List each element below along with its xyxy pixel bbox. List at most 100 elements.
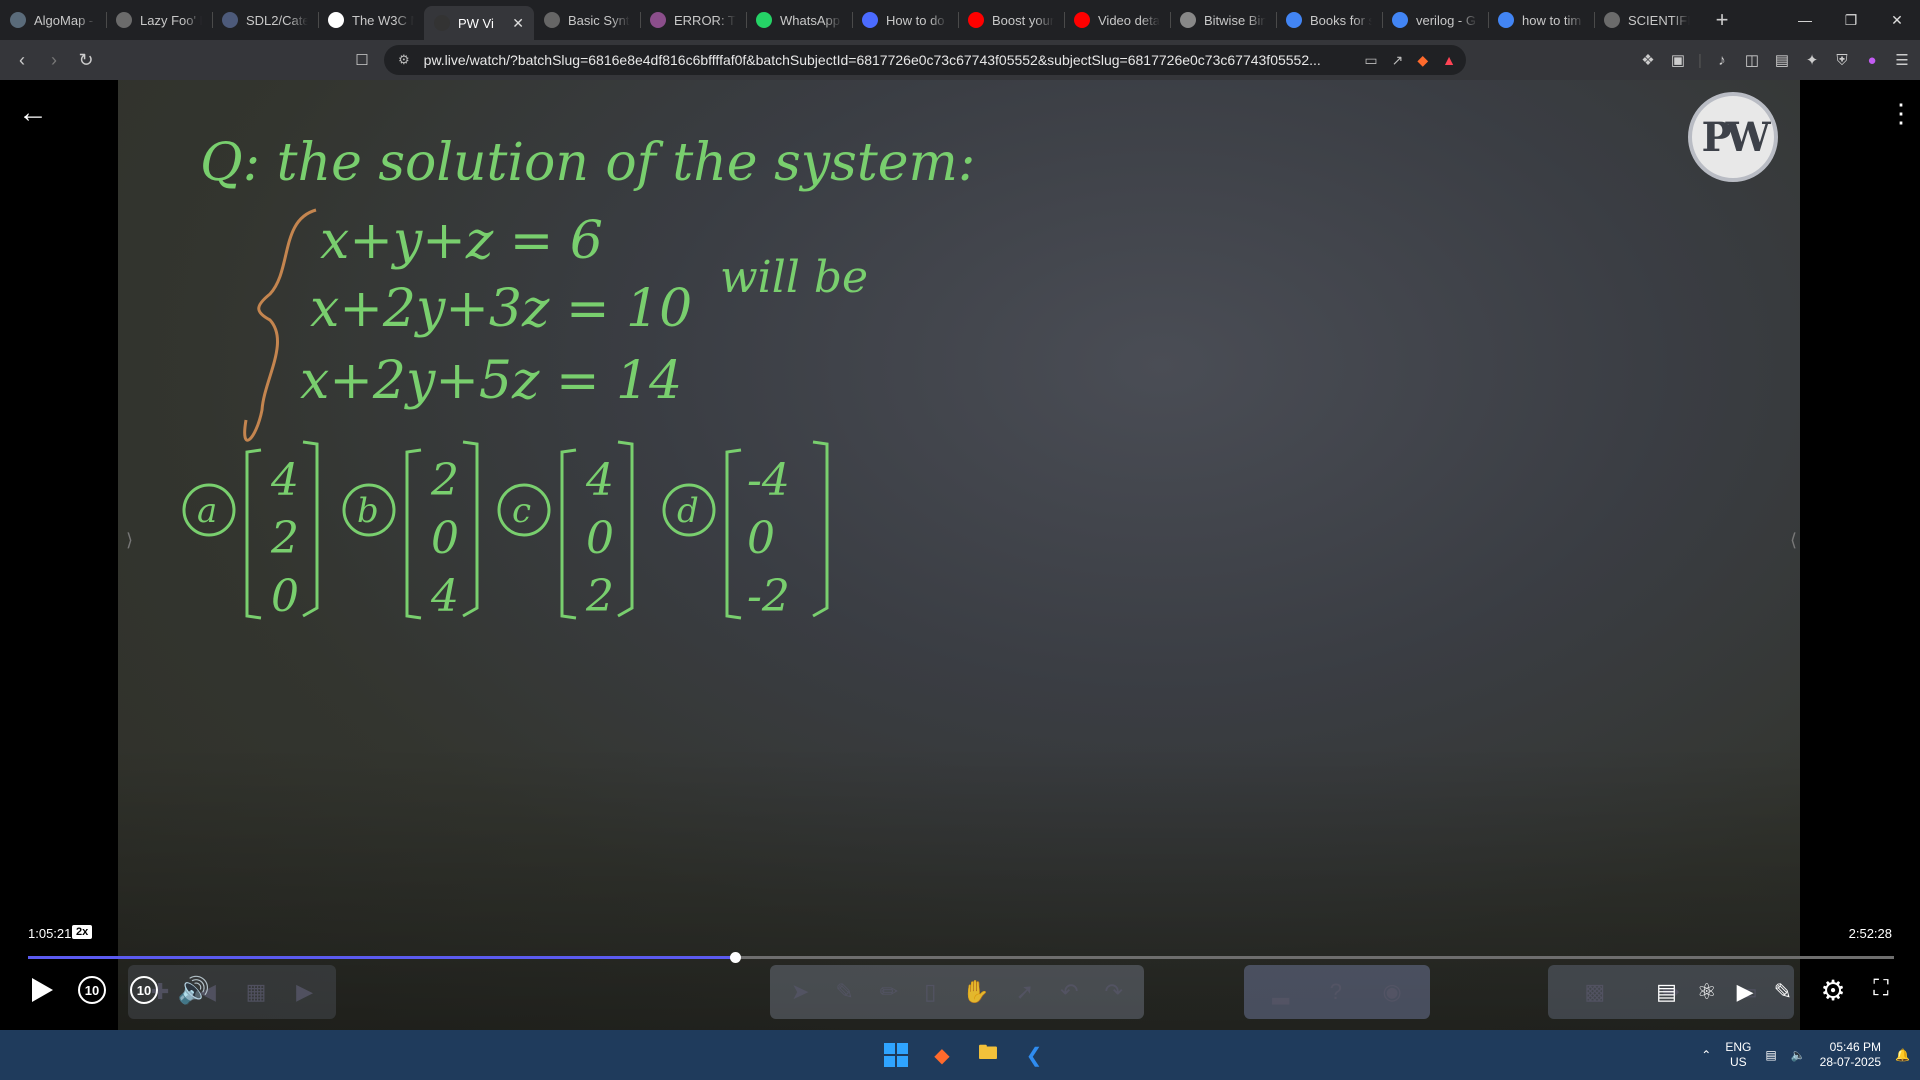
reload-icon[interactable]: ↻ [70, 44, 102, 76]
clock-time: 05:46 PM [1829, 1040, 1882, 1054]
browser-tab[interactable]: ERROR: Th [640, 0, 746, 40]
browser-tab[interactable]: Basic Synta [534, 0, 640, 40]
url-text[interactable]: pw.live/watch/?batchSlug=6816e8e4df816c6… [424, 52, 1324, 68]
rewind-label: 10 [84, 982, 100, 998]
restore-button[interactable]: ❐ [1828, 0, 1874, 40]
progress-bar[interactable] [28, 952, 1894, 963]
matrix-entry: -2 [747, 571, 790, 622]
browser-tab[interactable]: SCIENTIFIC [1594, 0, 1700, 40]
option-label: a [197, 491, 217, 531]
browser-tab[interactable]: SDL2/Cate [212, 0, 318, 40]
browser-tab[interactable]: Bitwise Bin [1170, 0, 1276, 40]
tab-title: Lazy Foo' P [140, 12, 202, 28]
tab-close-icon[interactable]: ✕ [512, 15, 524, 32]
network-icon[interactable]: ▤ [1765, 1048, 1776, 1062]
taskbar: ◆ 🖿 ❮ ⌃ ENG US ▤ 🔈 05:46 PM 28-07-2025 🔔 [0, 1030, 1920, 1080]
minimize-button[interactable]: — [1782, 0, 1828, 40]
recorded-page-icon: ▦ [245, 979, 267, 1004]
video-player[interactable]: Q: the solution of the system: x+y+z = 6… [0, 80, 1920, 1030]
address-bar[interactable]: ⚙ pw.live/watch/?batchSlug=6816e8e4df816… [384, 45, 1466, 75]
w3c-icon [328, 12, 344, 28]
fullscreen-icon[interactable]: ⛶ [1866, 973, 1896, 1003]
settings-gear-icon[interactable]: ⚙ [1816, 973, 1850, 1007]
speaker-icon[interactable]: 🔈 [1791, 1048, 1806, 1062]
recorded-toolbar-tools: ➤ ✎ ✏ ▯ ✋ ➚ ↶ ↷ [770, 965, 1144, 1019]
browser-tab[interactable]: Boost your [958, 0, 1064, 40]
rewind-10-button[interactable]: 10 [76, 973, 108, 1007]
recorded-question-icon: ? [1329, 979, 1342, 1004]
clock[interactable]: 05:46 PM 28-07-2025 [1820, 1040, 1881, 1070]
browser-tab[interactable]: Video deta [1064, 0, 1170, 40]
matrix-entry: 4 [270, 455, 299, 506]
browser-tab[interactable]: The W3C M [318, 0, 424, 40]
right-panel-handle-icon[interactable]: ⟨ [1790, 530, 1797, 551]
show-hidden-icons-icon[interactable]: ⌃ [1701, 1048, 1711, 1062]
forward-button[interactable]: › [38, 44, 70, 76]
translate-icon[interactable]: ⚛ [1697, 979, 1717, 1005]
new-tab-button[interactable]: + [1706, 4, 1738, 36]
answer-options: a 4 2 0 b 2 0 4 c 4 0 2 d -4 0 -2 [182, 440, 829, 622]
brave-rewards-icon[interactable]: ▲ [1442, 52, 1456, 68]
leo-ai-icon[interactable]: ✦ [1802, 51, 1822, 69]
share-icon[interactable]: ↗ [1392, 52, 1404, 69]
browser-tab[interactable]: Lazy Foo' P [106, 0, 212, 40]
playback-speed-badge[interactable]: 2x [72, 925, 93, 939]
recorded-hand-icon: ✋ [962, 979, 990, 1004]
matrix-left-bracket [245, 448, 262, 620]
matrix-entry: 0 [271, 571, 299, 622]
file-explorer-icon[interactable]: 🖿 [970, 1037, 1006, 1073]
back-arrow-icon[interactable]: ← [18, 98, 52, 132]
browser-tab[interactable]: verilog - G [1382, 0, 1488, 40]
screenshot-icon[interactable]: ▣ [1668, 51, 1688, 69]
wallet-icon[interactable]: ▤ [1772, 51, 1792, 69]
vpn-icon[interactable]: ⛨ [1832, 52, 1852, 69]
profile-icon[interactable]: ● [1862, 52, 1882, 69]
picture-in-picture-icon[interactable]: ▶ [1737, 979, 1754, 1005]
cast-icon[interactable]: ▭ [1364, 52, 1377, 69]
recorded-pointer-icon: ➤ [790, 979, 810, 1004]
tab-title: verilog - G [1416, 12, 1476, 28]
brave-shields-icon[interactable]: ◆ [1417, 52, 1428, 69]
sidebar-icon[interactable]: ◫ [1742, 51, 1762, 69]
browser-tab[interactable]: Books for s [1276, 0, 1382, 40]
tab-title: SDL2/Cate [246, 12, 308, 28]
youtube-studio-icon [1074, 12, 1090, 28]
menu-icon[interactable]: ☰ [1892, 51, 1912, 69]
url-actions: ▭ ↗ ◆ ▲ [1364, 45, 1456, 75]
browser-tab[interactable]: WhatsApp [746, 0, 852, 40]
pw-logo: PW [1688, 92, 1778, 182]
window-controls: — ❐ ✕ [1782, 0, 1920, 40]
google-icon [1498, 12, 1514, 28]
matrix-entry: 0 [431, 513, 459, 564]
recorded-toolbar-middle: ▂ ? ◉ [1244, 965, 1430, 1019]
taskbar-apps: ◆ 🖿 ❮ [878, 1037, 1052, 1073]
tab-title: WhatsApp [780, 12, 840, 28]
more-options-icon[interactable]: ⋮ [1888, 98, 1914, 132]
left-panel-handle-icon[interactable]: ⟩ [126, 530, 133, 551]
language-indicator[interactable]: ENG US [1725, 1040, 1751, 1070]
site-info-icon[interactable]: ⚙ [398, 52, 410, 68]
bookmark-icon[interactable]: ☐ [346, 44, 378, 76]
vscode-icon[interactable]: ❮ [1016, 1037, 1052, 1073]
pw-logo-text: PW [1701, 113, 1771, 161]
forward-10-button[interactable]: 10 [128, 973, 160, 1007]
browser-tab[interactable]: PW Vi ✕ [424, 6, 534, 40]
notifications-icon[interactable]: 🔔 [1895, 1048, 1910, 1062]
notes-icon[interactable]: ✎ [1774, 979, 1792, 1005]
browser-tab[interactable]: How to do [852, 0, 958, 40]
captions-icon[interactable]: ▤ [1656, 979, 1677, 1005]
media-icon[interactable]: ♪ [1712, 52, 1732, 69]
close-window-button[interactable]: ✕ [1874, 0, 1920, 40]
extensions-icon[interactable]: ❖ [1638, 51, 1658, 69]
tabs-container: AlgoMap - Lazy Foo' P SDL2/Cate The W3C M PW… [0, 0, 1700, 40]
tab-title: PW Vi [458, 15, 494, 31]
browser-tab[interactable]: AlgoMap - [0, 0, 106, 40]
play-button[interactable] [26, 973, 58, 1007]
volume-icon[interactable]: 🔊 [176, 973, 212, 1007]
error-icon [650, 12, 666, 28]
brave-browser-icon[interactable]: ◆ [924, 1037, 960, 1073]
browser-tab[interactable]: how to tim [1488, 0, 1594, 40]
recorded-pen-icon: ✎ [835, 979, 854, 1004]
back-button[interactable]: ‹ [6, 44, 38, 76]
windows-start-icon[interactable] [878, 1037, 914, 1073]
